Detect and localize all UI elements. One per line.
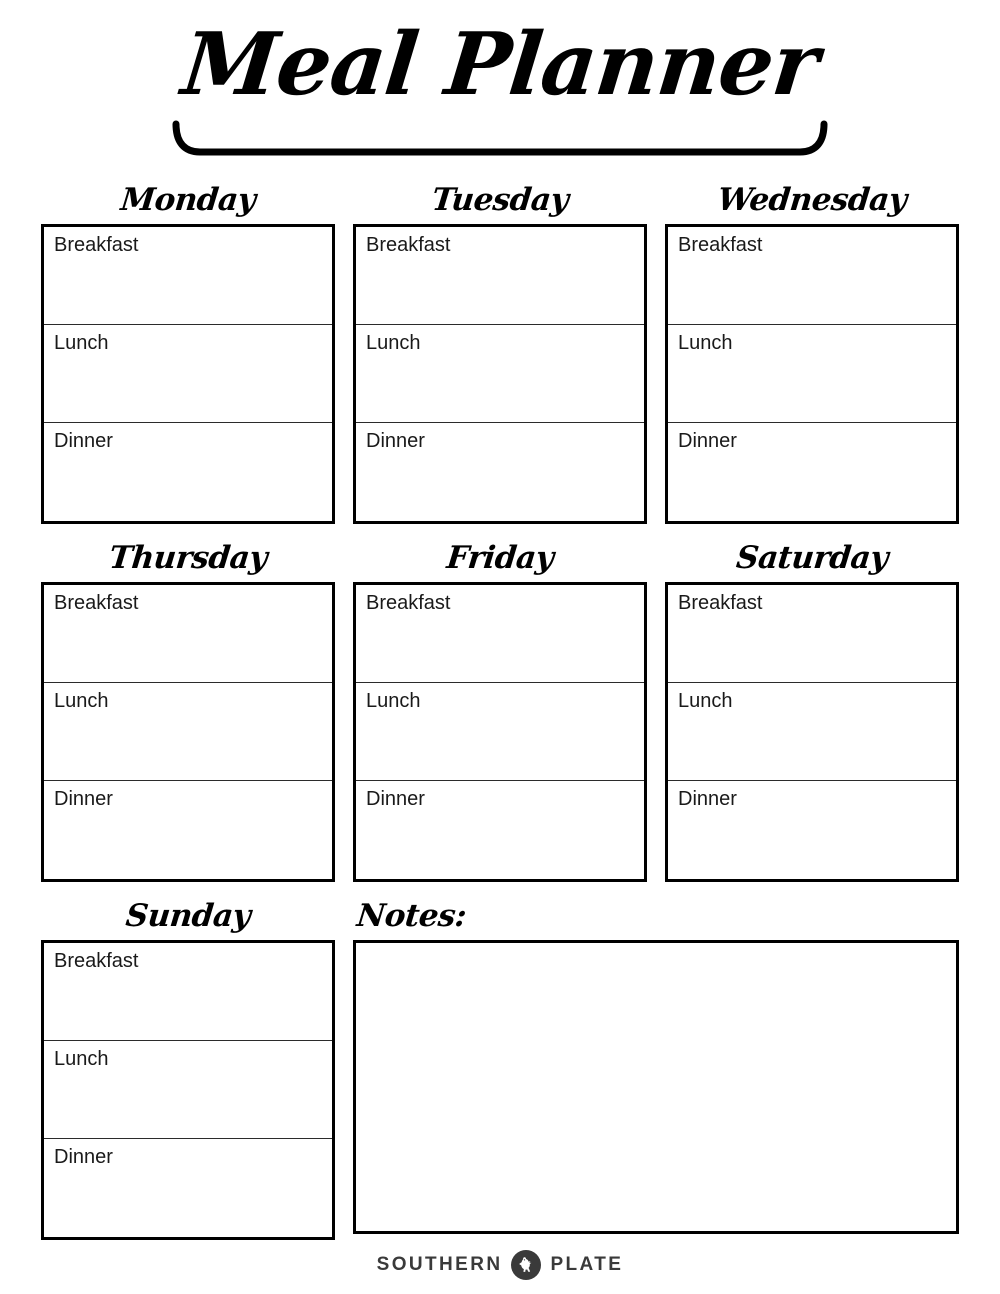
day-heading-wednesday: Wednesday xyxy=(715,182,909,218)
day-column-thursday: Thursday Breakfast Lunch Dinner xyxy=(41,536,335,882)
planner-grid: Monday Breakfast Lunch Dinner Tuesday Br… xyxy=(41,178,959,1252)
meal-slot-breakfast[interactable]: Breakfast xyxy=(44,585,332,683)
meal-slot-breakfast[interactable]: Breakfast xyxy=(668,585,956,683)
meal-label-dinner: Dinner xyxy=(366,788,425,810)
title-underline-swash xyxy=(172,120,828,156)
meal-label-lunch: Lunch xyxy=(54,332,109,354)
footer-word-right: PLATE xyxy=(550,1254,624,1275)
meal-slot-dinner[interactable]: Dinner xyxy=(44,1139,332,1237)
meal-label-dinner: Dinner xyxy=(366,430,425,452)
day-column-friday: Friday Breakfast Lunch Dinner xyxy=(353,536,647,882)
meal-label-breakfast: Breakfast xyxy=(54,950,139,972)
planner-row-1: Monday Breakfast Lunch Dinner Tuesday Br… xyxy=(41,178,959,524)
day-card-friday[interactable]: Breakfast Lunch Dinner xyxy=(353,582,647,882)
meal-label-lunch: Lunch xyxy=(678,690,733,712)
meal-slot-dinner[interactable]: Dinner xyxy=(44,781,332,879)
day-heading-sunday: Sunday xyxy=(124,898,253,934)
meal-slot-dinner[interactable]: Dinner xyxy=(668,781,956,879)
meal-slot-dinner[interactable]: Dinner xyxy=(356,423,644,521)
day-heading-tuesday: Tuesday xyxy=(430,182,571,218)
meal-slot-lunch[interactable]: Lunch xyxy=(356,325,644,423)
page-title: Meal Planner xyxy=(0,14,1000,156)
day-card-thursday[interactable]: Breakfast Lunch Dinner xyxy=(41,582,335,882)
day-heading-monday: Monday xyxy=(119,182,258,218)
rooster-icon xyxy=(511,1250,542,1280)
planner-row-2: Thursday Breakfast Lunch Dinner Friday B… xyxy=(41,536,959,882)
meal-slot-lunch[interactable]: Lunch xyxy=(668,683,956,781)
day-column-sunday: Sunday Breakfast Lunch Dinner xyxy=(41,894,335,1240)
meal-label-lunch: Lunch xyxy=(54,690,109,712)
meal-slot-lunch[interactable]: Lunch xyxy=(356,683,644,781)
day-column-monday: Monday Breakfast Lunch Dinner xyxy=(41,178,335,524)
meal-label-breakfast: Breakfast xyxy=(678,592,763,614)
page-title-text: Meal Planner xyxy=(177,14,823,115)
meal-slot-dinner[interactable]: Dinner xyxy=(668,423,956,521)
meal-slot-lunch[interactable]: Lunch xyxy=(44,1041,332,1139)
meal-slot-breakfast[interactable]: Breakfast xyxy=(44,943,332,1041)
day-card-monday[interactable]: Breakfast Lunch Dinner xyxy=(41,224,335,524)
meal-slot-breakfast[interactable]: Breakfast xyxy=(356,585,644,683)
day-column-wednesday: Wednesday Breakfast Lunch Dinner xyxy=(665,178,959,524)
day-card-tuesday[interactable]: Breakfast Lunch Dinner xyxy=(353,224,647,524)
notes-box[interactable] xyxy=(353,940,959,1234)
day-column-saturday: Saturday Breakfast Lunch Dinner xyxy=(665,536,959,882)
day-card-wednesday[interactable]: Breakfast Lunch Dinner xyxy=(665,224,959,524)
meal-label-lunch: Lunch xyxy=(54,1048,109,1070)
meal-label-dinner: Dinner xyxy=(54,430,113,452)
meal-label-breakfast: Breakfast xyxy=(366,234,451,256)
notes-heading: Notes: xyxy=(355,898,468,934)
meal-slot-breakfast[interactable]: Breakfast xyxy=(356,227,644,325)
meal-label-dinner: Dinner xyxy=(54,788,113,810)
day-card-sunday[interactable]: Breakfast Lunch Dinner xyxy=(41,940,335,1240)
meal-slot-lunch[interactable]: Lunch xyxy=(668,325,956,423)
meal-label-breakfast: Breakfast xyxy=(54,234,139,256)
meal-slot-breakfast[interactable]: Breakfast xyxy=(668,227,956,325)
footer-logo: SOUTHERN PLATE xyxy=(0,1250,1000,1280)
day-heading-thursday: Thursday xyxy=(107,540,269,576)
day-heading-friday: Friday xyxy=(445,540,556,576)
day-card-saturday[interactable]: Breakfast Lunch Dinner xyxy=(665,582,959,882)
footer-word-left: SOUTHERN xyxy=(376,1254,503,1275)
meal-slot-lunch[interactable]: Lunch xyxy=(44,325,332,423)
meal-label-dinner: Dinner xyxy=(678,430,737,452)
day-column-tuesday: Tuesday Breakfast Lunch Dinner xyxy=(353,178,647,524)
meal-slot-dinner[interactable]: Dinner xyxy=(44,423,332,521)
notes-column: Notes: xyxy=(353,894,959,1240)
meal-label-breakfast: Breakfast xyxy=(54,592,139,614)
planner-row-3: Sunday Breakfast Lunch Dinner Notes: xyxy=(41,894,959,1240)
meal-slot-breakfast[interactable]: Breakfast xyxy=(44,227,332,325)
meal-label-breakfast: Breakfast xyxy=(678,234,763,256)
meal-slot-dinner[interactable]: Dinner xyxy=(356,781,644,879)
meal-label-lunch: Lunch xyxy=(366,332,421,354)
meal-label-lunch: Lunch xyxy=(366,690,421,712)
meal-label-dinner: Dinner xyxy=(678,788,737,810)
meal-slot-lunch[interactable]: Lunch xyxy=(44,683,332,781)
meal-label-lunch: Lunch xyxy=(678,332,733,354)
day-heading-saturday: Saturday xyxy=(734,540,890,576)
meal-label-breakfast: Breakfast xyxy=(366,592,451,614)
meal-label-dinner: Dinner xyxy=(54,1146,113,1168)
